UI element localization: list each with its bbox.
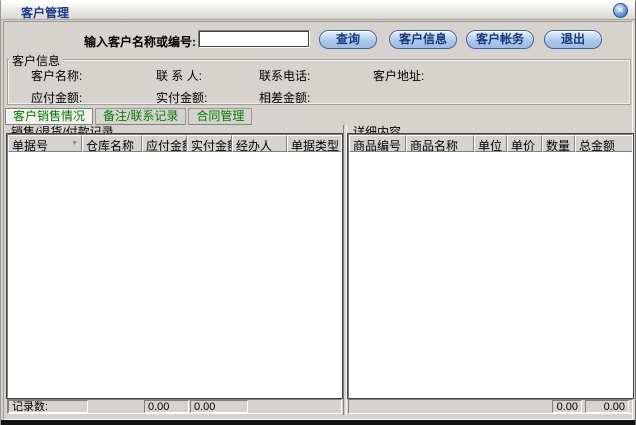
column-header-product-code[interactable]: 商品编号 xyxy=(349,135,406,152)
left-total-1: 0.00 xyxy=(144,400,189,413)
right-total-2: 0.00 xyxy=(585,400,629,413)
customer-account-button[interactable]: 客户帐务 xyxy=(466,30,534,49)
sales-records-table[interactable]: 单据号 ▼ 仓库名称 应付金额 实付金额 经办人 单据类型 xyxy=(7,134,342,398)
field-label-customer-name: 客户名称: xyxy=(31,67,82,84)
query-button[interactable]: 查询 xyxy=(319,30,377,49)
column-header-quantity[interactable]: 数量 xyxy=(542,135,575,152)
column-header-document-no[interactable]: 单据号 ▼ xyxy=(8,135,82,152)
column-header-handler[interactable]: 经办人 xyxy=(232,135,287,152)
customer-info-groupbox xyxy=(7,59,631,105)
customer-management-window: 客户管理 ✕ 输入客户名称或编号: 查询 客户信息 客户帐务 退出 客户信息 客… xyxy=(0,0,636,425)
field-label-difference-amount: 相差金额: xyxy=(259,89,310,106)
column-header-payable-amount[interactable]: 应付金额 xyxy=(142,135,187,152)
left-total-2: 0.00 xyxy=(190,400,248,413)
column-header-product-name[interactable]: 商品名称 xyxy=(406,135,474,152)
column-header-paid-amount[interactable]: 实付金额 xyxy=(187,135,232,152)
field-label-customer-address: 客户地址: xyxy=(373,67,424,84)
sales-table-header: 单据号 ▼ 仓库名称 应付金额 实付金额 经办人 单据类型 xyxy=(8,135,341,152)
right-footer-bar: 0.00 0.00 xyxy=(348,399,633,414)
right-total-1: 0.00 xyxy=(552,400,582,413)
detail-table-header: 商品编号 商品名称 单位 单价 数量 总金额 xyxy=(349,135,632,152)
close-icon[interactable]: ✕ xyxy=(613,3,628,18)
window-bottom-edge xyxy=(1,420,635,425)
column-header-unit-price[interactable]: 单价 xyxy=(507,135,542,152)
title-bar: 客户管理 ✕ xyxy=(1,1,635,20)
window-title: 客户管理 xyxy=(21,4,69,21)
customer-search-input[interactable] xyxy=(198,30,310,48)
tab-contract-management[interactable]: 合同管理 xyxy=(188,108,252,125)
left-footer-bar: 记录数: 0.00 0.00 xyxy=(7,399,342,414)
column-header-warehouse-name[interactable]: 仓库名称 xyxy=(82,135,142,152)
exit-button[interactable]: 退出 xyxy=(544,30,602,49)
column-header-document-type[interactable]: 单据类型 xyxy=(287,135,341,152)
field-label-payable-amount: 应付金额: xyxy=(31,89,82,106)
panel-divider xyxy=(343,125,347,415)
field-label-paid-amount: 实付金额: xyxy=(156,89,207,106)
search-label: 输入客户名称或编号: xyxy=(71,33,196,50)
column-header-total-amount[interactable]: 总金额 xyxy=(575,135,632,152)
record-count-label: 记录数: xyxy=(8,400,88,413)
field-label-contact-person: 联 系 人: xyxy=(156,67,202,84)
column-header-unit[interactable]: 单位 xyxy=(474,135,507,152)
filter-icon[interactable]: ▼ xyxy=(71,140,78,147)
customer-info-button[interactable]: 客户信息 xyxy=(389,30,457,49)
detail-items-table[interactable]: 商品编号 商品名称 单位 单价 数量 总金额 xyxy=(348,134,633,398)
field-label-contact-phone: 联系电话: xyxy=(259,67,310,84)
